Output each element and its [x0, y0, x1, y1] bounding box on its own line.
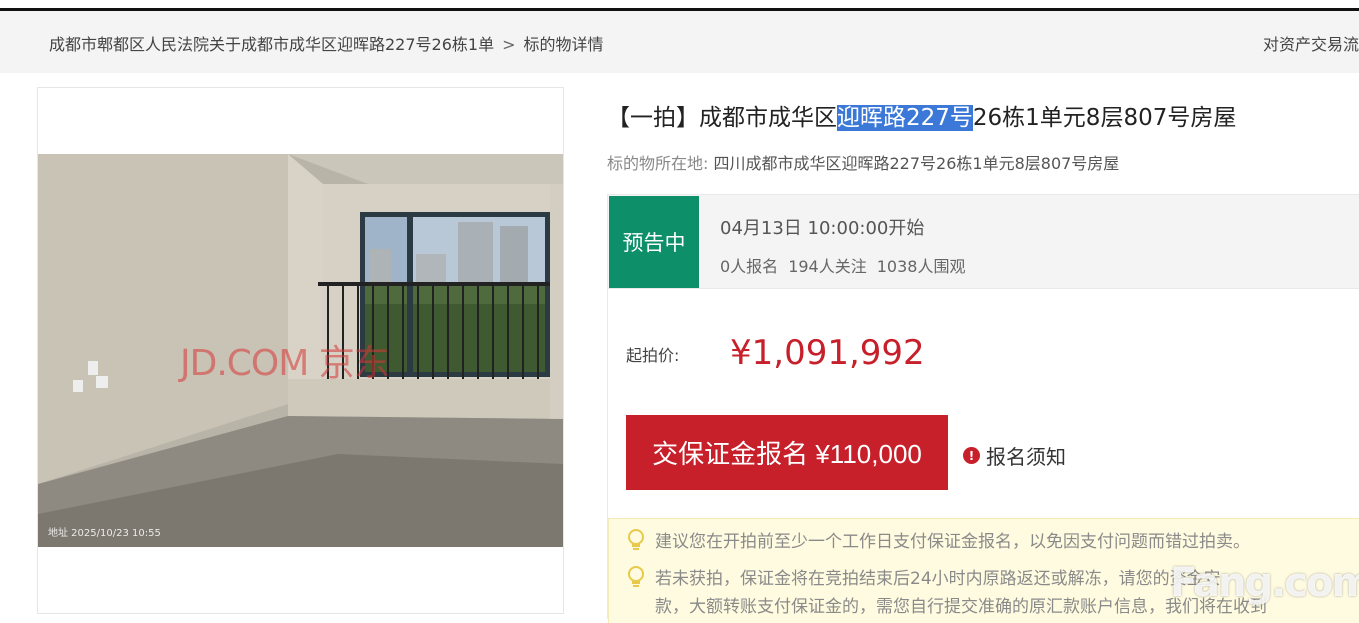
tip-item: 建议您在开拍前至少一个工作日支付保证金报名，以免因支付问题而错过拍卖。 [625, 527, 1250, 553]
status-badge: 预告中 [609, 196, 699, 288]
location-line: 标的物所在地: 四川成都市成华区迎晖路227号26栋1单元8层807号房屋 [607, 150, 1119, 174]
starting-price-label: 起拍价: [626, 346, 680, 365]
fang-logo-text: Fang.com [1170, 560, 1359, 606]
exclamation-icon: ! [963, 447, 980, 464]
lightbulb-icon [628, 529, 644, 550]
title-prefix: 【一拍】成都市成华区 [607, 105, 837, 131]
breadcrumb-separator: > [502, 35, 516, 54]
signup-notice-link[interactable]: ! 报名须知 [963, 441, 1066, 470]
signup-notice-label: 报名须知 [986, 445, 1066, 469]
auction-start-time: 04月13日 10:00:00开始 [720, 218, 925, 239]
follower-count: 194人关注 [788, 257, 867, 276]
location-label: 标的物所在地: [607, 154, 709, 173]
tip-text: 若未获拍，保证金将在竞拍结束后24小时内原路返还或解冻，请您的资金安 [655, 569, 1221, 589]
starting-price-value: ¥1,091,992 [730, 333, 925, 373]
asset-trade-link[interactable]: 对资产交易流 [1263, 31, 1359, 55]
breadcrumb-item-auction[interactable]: 成都市郫都区人民法院关于成都市成华区迎晖路227号26栋1单 [49, 35, 494, 54]
listing-title: 【一拍】成都市成华区迎晖路227号26栋1单元8层807号房屋 [607, 98, 1236, 132]
title-suffix: 26栋1单元8层807号房屋 [972, 105, 1237, 131]
property-photo[interactable]: JD.COM 京东 地址 2025/10/23 10:55 [38, 154, 563, 547]
tip-text: 建议您在开拍前至少一个工作日支付保证金报名，以免因支付问题而错过拍卖。 [655, 532, 1250, 552]
breadcrumb: 成都市郫都区人民法院关于成都市成华区迎晖路227号26栋1单 > 标的物详情 [49, 31, 604, 55]
deposit-signup-button[interactable]: 交保证金报名 ¥110,000 [626, 415, 948, 490]
jd-watermark: JD.COM 京东 [180, 343, 390, 384]
signup-count: 0人报名 [720, 257, 779, 276]
location-value: 四川成都市成华区迎晖路227号26栋1单元8层807号房屋 [713, 154, 1120, 173]
photo-timestamp: 地址 2025/10/23 10:55 [48, 528, 161, 539]
fang-logo-watermark: Fang.com [1170, 548, 1359, 618]
lightbulb-icon [628, 566, 644, 587]
title-highlight: 迎晖路227号 [837, 105, 973, 131]
auction-stats: 0人报名 194人关注 1038人围观 [720, 253, 975, 277]
tip-item: 若未获拍，保证金将在竞拍结束后24小时内原路返还或解冻，请您的资金安 [625, 564, 1221, 590]
breadcrumb-item-current: 标的物详情 [523, 35, 604, 54]
viewer-count: 1038人围观 [876, 257, 966, 276]
